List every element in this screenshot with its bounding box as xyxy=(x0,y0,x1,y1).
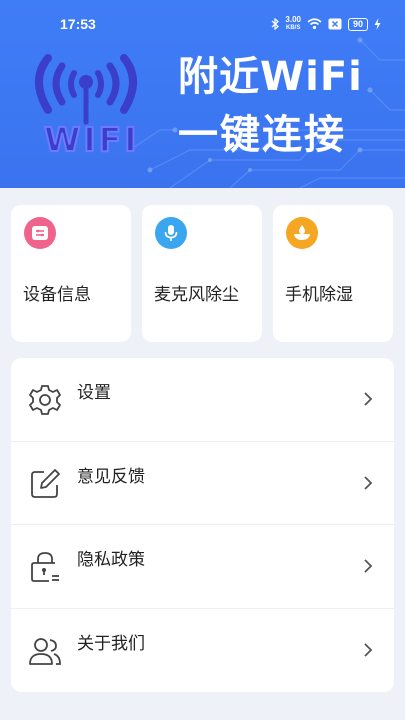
menu-item-settings[interactable]: 设置 xyxy=(11,358,394,442)
menu-label: 关于我们 xyxy=(77,633,145,654)
privacy-lock-icon xyxy=(31,552,59,582)
battery-icon: 90 xyxy=(347,17,368,31)
charging-icon xyxy=(374,18,381,30)
chevron-right-icon xyxy=(364,392,373,406)
sim-blocked-icon xyxy=(328,18,342,30)
chevron-right-icon xyxy=(364,475,373,490)
edit-feedback-icon xyxy=(31,468,60,498)
chevron-right-icon xyxy=(364,642,373,657)
menu-label: 设置 xyxy=(77,383,111,403)
settings-menu: 设置 意见反馈 隐私政策 关于我们 xyxy=(11,358,394,692)
menu-label: 意见反馈 xyxy=(77,466,145,487)
menu-item-privacy[interactable]: 隐私政策 xyxy=(11,525,394,609)
menu-item-about[interactable]: 关于我们 xyxy=(11,609,394,693)
net-speed-unit: KB/S xyxy=(286,25,301,31)
tool-card-dehumidify[interactable]: 手机除湿 xyxy=(273,205,393,342)
tool-card-microphone[interactable]: 麦克风除尘 xyxy=(142,205,262,342)
net-speed-value: 3.00 xyxy=(285,15,301,24)
dehumidify-icon xyxy=(286,217,318,249)
bluetooth-icon xyxy=(272,18,280,30)
tool-label: 设备信息 xyxy=(23,285,91,305)
menu-label: 隐私政策 xyxy=(77,550,145,570)
gear-icon xyxy=(29,385,61,415)
device-info-icon xyxy=(24,217,56,249)
status-icons: 3.00 KB/S 90 xyxy=(271,16,381,32)
users-icon xyxy=(29,637,61,665)
tool-label: 麦克风除尘 xyxy=(154,285,239,305)
chevron-right-icon xyxy=(364,559,373,573)
microphone-icon xyxy=(155,217,187,249)
wifi-logo-text: WIFI xyxy=(43,119,140,160)
menu-item-feedback[interactable]: 意见反馈 xyxy=(11,442,394,525)
wifi-signal-icon xyxy=(307,18,322,30)
tool-card-device-info[interactable]: 设备信息 xyxy=(11,205,131,342)
header-banner: 17:53 3.00 KB/S 90 WIFI 附近WiFi 一键连接 xyxy=(0,0,405,188)
banner-title-line2: 一键连接 xyxy=(178,112,346,158)
tool-label: 手机除湿 xyxy=(285,285,353,305)
banner-title-line1: 附近WiFi xyxy=(178,54,363,100)
net-speed: 3.00 KB/S xyxy=(285,16,301,32)
